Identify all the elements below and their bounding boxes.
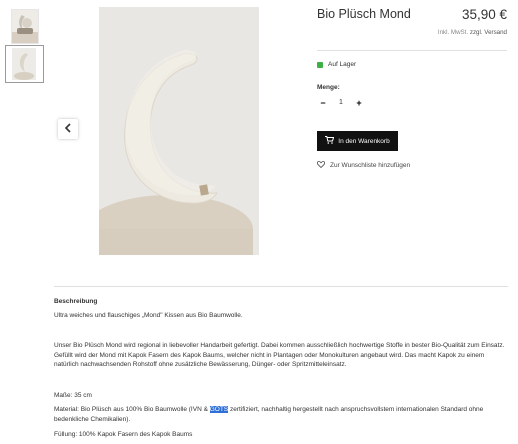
selected-text-gots: GOTS (209, 406, 229, 413)
quantity-increase-button[interactable]: + (354, 98, 364, 108)
description-heading: Beschreibung (54, 298, 98, 305)
heart-icon (316, 161, 326, 170)
thumbnail-image-1[interactable] (11, 9, 39, 44)
add-to-cart-label: In den Warenkorb (338, 137, 390, 145)
quantity-decrease-button[interactable]: − (318, 98, 328, 108)
previous-image-button[interactable] (58, 119, 78, 139)
thumbnail-image-2[interactable] (5, 45, 44, 83)
quantity-value[interactable]: 1 (336, 98, 346, 108)
description-intro: Ultra weiches und flauschiges „Mond" Kis… (54, 312, 243, 319)
shipping-link[interactable]: zzgl. Versand (470, 29, 507, 36)
description-filling: Füllung: 100% Kapok Fasern des Kapok Bau… (54, 431, 193, 438)
description-material: Material: Bio Plüsch aus 100% Bio Baumwo… (54, 405, 510, 424)
divider (54, 286, 508, 287)
thumbnail-1-graphic (12, 10, 38, 43)
material-text-start: Material: Bio Plüsch aus 100% Bio Baumwo… (54, 406, 210, 413)
product-image (99, 7, 259, 255)
chevron-left-icon (64, 120, 72, 138)
add-to-cart-button[interactable]: In den Warenkorb (317, 131, 398, 151)
thumbnail-2-image (12, 48, 36, 80)
divider (317, 50, 507, 51)
description-body: Unser Bio Plüsch Mond wird regional in l… (54, 342, 505, 368)
in-stock-indicator (317, 61, 323, 68)
moon-cushion-graphic (99, 7, 259, 255)
cart-icon (325, 136, 335, 146)
product-title: Bio Plüsch Mond (317, 7, 411, 21)
moon-thumbnail-graphic (12, 48, 36, 80)
stock-label: Auf Lager (328, 61, 357, 68)
vat-text: Inkl. MwSt. (437, 29, 469, 36)
wishlist-link[interactable]: Zur Wunschliste hinzufügen (316, 161, 411, 170)
wishlist-label: Zur Wunschliste hinzufügen (330, 162, 411, 169)
vat-info: Inkl. MwSt. zzgl. Versand (438, 29, 507, 36)
description-size: Maße: 35 cm (54, 392, 92, 399)
quantity-label: Menge: (317, 84, 340, 91)
stock-status: Auf Lager (317, 61, 356, 68)
product-price: 35,90 € (461, 7, 507, 22)
